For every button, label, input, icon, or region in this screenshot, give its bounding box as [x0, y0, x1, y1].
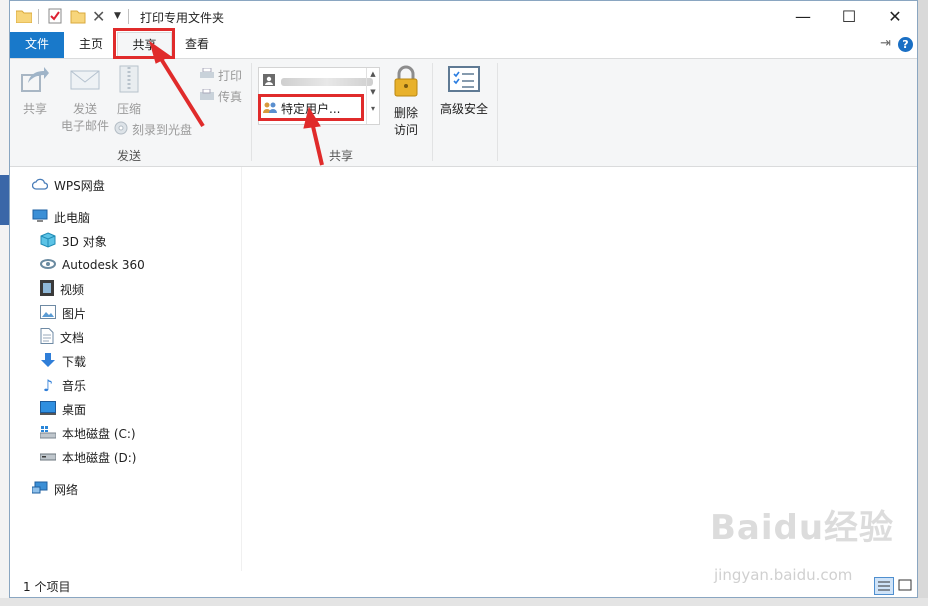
watermark-logo: Baidu经验	[710, 500, 894, 549]
watermark-brand: Baidu经验	[710, 508, 895, 548]
watermark-url: jingyan.baidu.com	[714, 566, 853, 584]
